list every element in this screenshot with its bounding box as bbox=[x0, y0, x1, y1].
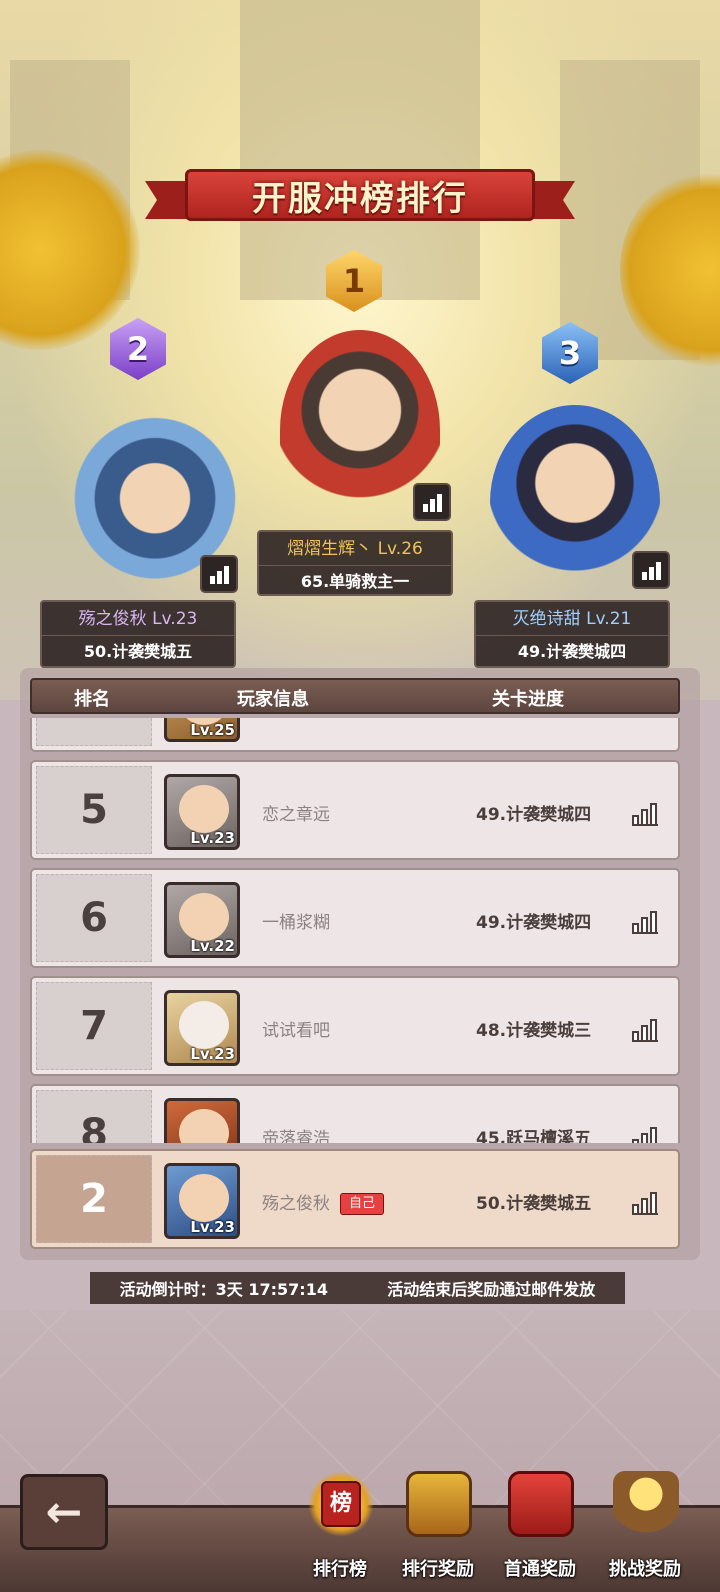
rank-2-medal-icon: 2 bbox=[110, 318, 166, 380]
ranking-list[interactable]: Lv.25 5 Lv.23 恋之章远 49.计袭樊城四 6 Lv.22 一桶浆糊… bbox=[30, 718, 680, 1143]
stats-icon[interactable] bbox=[632, 1189, 658, 1215]
event-countdown-bar: 活动倒计时：3天 17:57:14 活动结束后奖励通过邮件发放 bbox=[90, 1272, 625, 1304]
player-name: 试试看吧 bbox=[262, 1021, 330, 1041]
table-row[interactable]: 6 Lv.22 一桶浆糊 49.计袭樊城四 bbox=[30, 868, 680, 968]
self-badge: 自己 bbox=[340, 1193, 385, 1215]
arrow-left-icon: ← bbox=[45, 1486, 83, 1538]
avatar: Lv.23 bbox=[164, 774, 240, 850]
table-row[interactable]: 5 Lv.23 恋之章远 49.计袭樊城四 bbox=[30, 760, 680, 860]
tab-rank-rewards[interactable]: 排行奖励 bbox=[388, 1465, 488, 1590]
stage-progress: 49.计袭樊城四 bbox=[476, 805, 592, 825]
back-button[interactable]: ← bbox=[20, 1474, 108, 1550]
player-name: 殇之俊秋 自己 bbox=[262, 1189, 385, 1215]
self-rank-row[interactable]: 2 Lv.23 殇之俊秋 自己 50.计袭樊城五 bbox=[30, 1149, 680, 1249]
rank-1-plate: 熠熠生辉丶 Lv.26 65.单骑救主一 bbox=[257, 530, 453, 596]
player-name: 恋之章远 bbox=[262, 805, 330, 825]
table-row[interactable]: 8 帝落睿浩 45.跃马檀溪五 bbox=[30, 1084, 680, 1143]
avatar bbox=[164, 1098, 240, 1143]
rank-2-plate: 殇之俊秋 Lv.23 50.计袭樊城五 bbox=[40, 600, 236, 668]
tab-ranking[interactable]: 榜 排行榜 bbox=[290, 1465, 390, 1590]
stats-icon[interactable] bbox=[632, 800, 658, 826]
avatar: Lv.23 bbox=[164, 1163, 240, 1239]
header-rank: 排名 bbox=[74, 689, 110, 710]
rank-number: 2 bbox=[36, 1155, 152, 1243]
table-row[interactable]: 7 Lv.23 试试看吧 48.计袭樊城三 bbox=[30, 976, 680, 1076]
hero-background: 开服冲榜排行 1 熠熠生辉丶 Lv.26 65.单骑救主一 2 殇之俊秋 Lv.… bbox=[0, 0, 720, 700]
rank-3-stats-icon[interactable] bbox=[632, 551, 670, 589]
header-player: 玩家信息 bbox=[237, 689, 309, 710]
ranking-icon: 榜 bbox=[308, 1471, 374, 1537]
avatar: Lv.23 bbox=[164, 990, 240, 1066]
stage-progress: 49.计袭樊城四 bbox=[476, 913, 592, 933]
countdown-text: 活动倒计时：3天 17:57:14 bbox=[119, 1280, 328, 1299]
gift-box-icon bbox=[508, 1471, 574, 1537]
treasure-chest-icon bbox=[406, 1471, 472, 1537]
avatar: Lv.25 bbox=[164, 718, 240, 742]
stage-progress: 45.跃马檀溪五 bbox=[476, 1129, 592, 1143]
stats-icon[interactable] bbox=[632, 1016, 658, 1042]
rank-3-plate: 灭绝诗甜 Lv.21 49.计袭樊城四 bbox=[474, 600, 670, 668]
page-title: 开服冲榜排行 bbox=[185, 169, 535, 221]
title-banner: 开服冲榜排行 bbox=[145, 163, 575, 229]
rank-2-stats-icon[interactable] bbox=[200, 555, 238, 593]
tab-first-clear-rewards[interactable]: 首通奖励 bbox=[490, 1465, 590, 1590]
tab-challenge-rewards[interactable]: 挑战奖励 bbox=[595, 1465, 695, 1590]
player-name: 一桶浆糊 bbox=[262, 913, 330, 933]
stage-progress: 48.计袭樊城三 bbox=[476, 1021, 592, 1041]
mail-notice: 活动结束后奖励通过邮件发放 bbox=[387, 1280, 596, 1299]
rank-number: 7 bbox=[36, 982, 152, 1070]
gold-pot-icon bbox=[613, 1471, 679, 1537]
table-header: 排名 玩家信息 关卡进度 bbox=[30, 678, 680, 714]
table-row[interactable]: Lv.25 bbox=[30, 718, 680, 752]
rank-number: 5 bbox=[36, 766, 152, 854]
avatar: Lv.22 bbox=[164, 882, 240, 958]
header-progress: 关卡进度 bbox=[492, 689, 564, 710]
player-name: 帝落睿浩 bbox=[262, 1129, 330, 1143]
stats-icon[interactable] bbox=[632, 908, 658, 934]
stats-icon[interactable] bbox=[632, 1124, 658, 1143]
stage-progress: 50.计袭樊城五 bbox=[476, 1194, 592, 1214]
rank-1-stats-icon[interactable] bbox=[413, 483, 451, 521]
rank-number: 6 bbox=[36, 874, 152, 962]
rank-number: 8 bbox=[36, 1090, 152, 1143]
